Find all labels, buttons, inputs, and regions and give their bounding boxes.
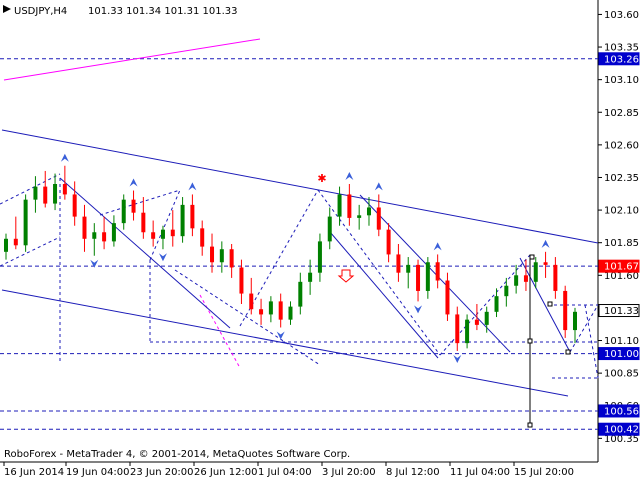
- time-tick-label: 15 Jul 20:00: [514, 467, 574, 478]
- candle-body: [386, 229, 391, 255]
- candle-body: [317, 241, 322, 273]
- price-tick-label: 103.35: [604, 43, 639, 54]
- candle-body: [308, 272, 313, 282]
- candle-body: [259, 309, 264, 315]
- candle-body: [523, 275, 528, 282]
- price-badge-label: 100.42: [604, 425, 639, 436]
- price-badge-label: 100.56: [604, 406, 639, 417]
- price-tick-label: 102.10: [604, 206, 639, 217]
- candle-body: [13, 238, 18, 246]
- chart-symbol-label: USDJPY,H4: [14, 6, 67, 17]
- candle-body: [327, 216, 332, 242]
- candle-body: [141, 212, 146, 233]
- chart-ohlc-label: 101.33 101.34 101.31 101.33: [88, 6, 238, 17]
- candle-body: [229, 249, 234, 268]
- candle-body: [180, 204, 185, 237]
- time-tick-label: 26 Jun 12:00: [194, 467, 258, 478]
- candle-body: [376, 207, 381, 230]
- candle-body: [563, 290, 568, 331]
- candle-body: [62, 184, 67, 195]
- candle-body: [504, 285, 509, 297]
- candle-body: [288, 306, 293, 320]
- candle-body: [514, 275, 519, 286]
- candle-body: [268, 301, 273, 315]
- price-tick-label: 103.10: [604, 75, 639, 86]
- candle-body: [543, 262, 548, 265]
- candle-body: [131, 199, 136, 213]
- candle-body: [357, 215, 362, 218]
- price-tick-label: 101.85: [604, 238, 639, 249]
- price-tick-label: 102.60: [604, 140, 639, 151]
- candle-body: [347, 194, 352, 218]
- price-tick-label: 102.85: [604, 108, 639, 119]
- candle-body: [406, 264, 411, 273]
- price-tick-label: 101.10: [604, 336, 639, 347]
- candle-body: [160, 229, 165, 239]
- candle-body: [573, 311, 577, 331]
- candle-body: [170, 229, 175, 237]
- time-tick-label: 3 Jul 20:00: [322, 467, 376, 478]
- time-tick-label: 23 Jun 20:00: [130, 467, 194, 478]
- candle-body: [72, 194, 77, 217]
- price-badge-label: 101.67: [604, 262, 639, 273]
- candle-body: [151, 232, 156, 239]
- candle-body: [465, 319, 470, 344]
- candle-body: [53, 184, 58, 204]
- candle-body: [111, 223, 116, 242]
- time-tick-label: 16 Jun 2014: [4, 467, 64, 478]
- price-badge-label: 103.26: [604, 54, 639, 65]
- candle-body: [239, 267, 244, 294]
- sell-signal-icon: ✱: [317, 172, 326, 185]
- projection-marker[interactable]: [565, 349, 571, 355]
- candle-body: [396, 254, 401, 273]
- candle-body: [121, 199, 126, 224]
- time-tick-label: 11 Jul 04:00: [450, 467, 510, 478]
- candle-body: [416, 264, 421, 291]
- projection-marker[interactable]: [529, 254, 535, 260]
- candle-body: [484, 311, 489, 325]
- candle-body: [533, 262, 538, 282]
- candle-body: [298, 281, 303, 307]
- projection-marker[interactable]: [527, 338, 533, 344]
- candlestick-chart: ✱ 103.60103.35103.10102.85102.60102.3510…: [0, 0, 640, 478]
- candle-body: [92, 232, 97, 239]
- price-tick-label: 103.60: [604, 10, 639, 21]
- footer-copyright: RoboForex - MetaTrader 4, © 2001-2014, M…: [4, 449, 350, 460]
- candle-body: [219, 249, 224, 263]
- candle-body: [553, 264, 558, 291]
- chart-window: ✱ 103.60 103.35 103.10 102.85 102.60 102.35 10…: [0, 0, 640, 480]
- price-badge-label: 101.33: [604, 306, 639, 317]
- candle-body: [33, 186, 38, 200]
- time-tick-label: 8 Jul 12:00: [386, 467, 440, 478]
- candle-body: [200, 228, 205, 247]
- candle-body: [23, 199, 28, 246]
- price-tick-label: 100.85: [604, 369, 639, 380]
- projection-marker[interactable]: [547, 301, 553, 307]
- candle-body: [249, 293, 254, 310]
- candle-body: [494, 296, 499, 312]
- candle-body: [435, 262, 440, 281]
- time-axis: 16 Jun 2014 19 Jun 04:00 23 Jun 20:00 26 Ju…: [3, 462, 574, 478]
- time-tick-label: 1 Jul 04:00: [258, 467, 312, 478]
- candle-body: [210, 246, 215, 263]
- projection-marker[interactable]: [527, 422, 533, 428]
- candle-body: [366, 207, 371, 216]
- time-tick-label: 19 Jun 04:00: [66, 467, 130, 478]
- candle-body: [4, 238, 8, 252]
- plot-area: [0, 0, 598, 462]
- candle-body: [337, 194, 342, 217]
- candle-body: [278, 301, 283, 320]
- candle-body: [474, 319, 479, 325]
- candle-body: [102, 232, 107, 242]
- price-tick-label: 102.35: [604, 173, 639, 184]
- candle-body: [425, 262, 430, 291]
- candle-body: [82, 216, 87, 239]
- candle-body: [190, 204, 195, 229]
- candle-body: [445, 280, 450, 315]
- candle-body: [43, 186, 48, 204]
- price-badge-label: 101.00: [604, 349, 639, 360]
- price-axis: 103.60 103.35 103.10 102.85 102.60 102.35 102.…: [598, 10, 639, 445]
- candle-body: [455, 314, 460, 344]
